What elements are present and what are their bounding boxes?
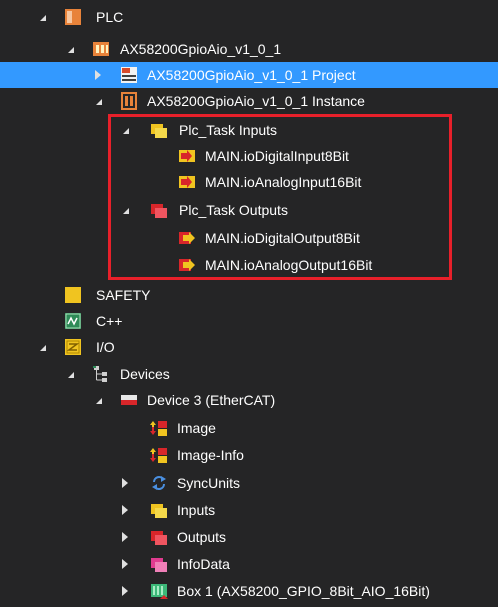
expand-arrow-icon[interactable] xyxy=(91,393,105,407)
collapse-arrow-icon[interactable] xyxy=(118,503,132,517)
io-icon xyxy=(65,339,81,355)
tree-item-syncunits[interactable]: SyncUnits xyxy=(0,470,498,496)
tree-item-instance[interactable]: AX58200GpioAio_v1_0_1 Instance xyxy=(0,88,498,114)
solution-tree: PLC AX58200GpioAio_v1_0_1 AX58200GpioAio… xyxy=(0,0,498,607)
tree-item-label: AX58200GpioAio_v1_0_1 Instance xyxy=(147,93,365,109)
plc-icon xyxy=(65,9,81,25)
tree-item-label: Inputs xyxy=(177,502,216,518)
tree-item-outputs[interactable]: Outputs xyxy=(0,524,498,550)
expand-arrow-icon[interactable] xyxy=(91,94,105,108)
tree-item-io[interactable]: I/O xyxy=(0,334,498,360)
devices-icon xyxy=(93,366,107,382)
infodata-folder-icon xyxy=(151,558,167,572)
tree-item-label: I/O xyxy=(96,339,115,355)
highlight-box xyxy=(108,114,452,280)
inputs-folder-icon xyxy=(151,504,167,518)
plc-instance-icon xyxy=(121,92,137,110)
expand-arrow-icon[interactable] xyxy=(63,367,77,381)
tree-item-label: Device 3 (EtherCAT) xyxy=(147,392,276,408)
tree-item-label: PLC xyxy=(96,9,124,25)
tree-item-label: C++ xyxy=(96,313,123,329)
plc-project-icon xyxy=(93,42,109,56)
collapse-arrow-icon[interactable] xyxy=(118,530,132,544)
tree-item-image-info[interactable]: Image-Info xyxy=(0,442,498,468)
box-module-icon xyxy=(151,584,168,599)
tree-item-safety[interactable]: SAFETY xyxy=(0,282,498,308)
tree-item-label: AX58200GpioAio_v1_0_1 xyxy=(120,41,282,57)
tree-item-box1[interactable]: Box 1 (AX58200_GPIO_8Bit_AIO_16Bit) xyxy=(0,578,498,604)
collapse-arrow-icon[interactable] xyxy=(118,476,132,490)
tree-item-project-root[interactable]: AX58200GpioAio_v1_0_1 xyxy=(0,36,498,62)
tree-item-project[interactable]: AX58200GpioAio_v1_0_1 Project xyxy=(0,62,498,88)
collapse-arrow-icon[interactable] xyxy=(91,68,105,82)
tree-item-label: Image-Info xyxy=(177,447,244,463)
ethercat-device-icon xyxy=(121,395,137,405)
plc-project-file-icon xyxy=(121,67,137,83)
tree-item-label: SAFETY xyxy=(96,287,151,303)
tree-item-label: Outputs xyxy=(177,529,227,545)
tree-item-label: AX58200GpioAio_v1_0_1 Project xyxy=(147,67,356,83)
sync-icon xyxy=(152,476,166,490)
expand-arrow-icon[interactable] xyxy=(35,340,49,354)
tree-item-inputs[interactable]: Inputs xyxy=(0,497,498,523)
tree-item-label: SyncUnits xyxy=(177,475,241,491)
tree-item-infodata[interactable]: InfoData xyxy=(0,551,498,577)
tree-item-device3[interactable]: Device 3 (EtherCAT) xyxy=(0,387,498,413)
process-image-icon xyxy=(150,421,167,436)
safety-icon xyxy=(65,287,81,303)
collapse-arrow-icon[interactable] xyxy=(118,557,132,571)
tree-item-devices[interactable]: Devices xyxy=(0,361,498,387)
tree-item-plc[interactable]: PLC xyxy=(0,4,498,30)
expand-arrow-icon[interactable] xyxy=(35,10,49,24)
tree-item-label: Devices xyxy=(120,366,170,382)
tree-item-label: InfoData xyxy=(177,556,230,572)
tree-item-image[interactable]: Image xyxy=(0,415,498,441)
tree-item-label: Image xyxy=(177,420,216,436)
tree-item-cpp[interactable]: C++ xyxy=(0,308,498,334)
expand-arrow-icon[interactable] xyxy=(63,42,77,56)
process-image-info-icon xyxy=(150,448,167,463)
outputs-folder-icon xyxy=(151,531,167,545)
collapse-arrow-icon[interactable] xyxy=(118,584,132,598)
cpp-icon xyxy=(65,313,81,329)
tree-item-label: Box 1 (AX58200_GPIO_8Bit_AIO_16Bit) xyxy=(177,583,430,599)
